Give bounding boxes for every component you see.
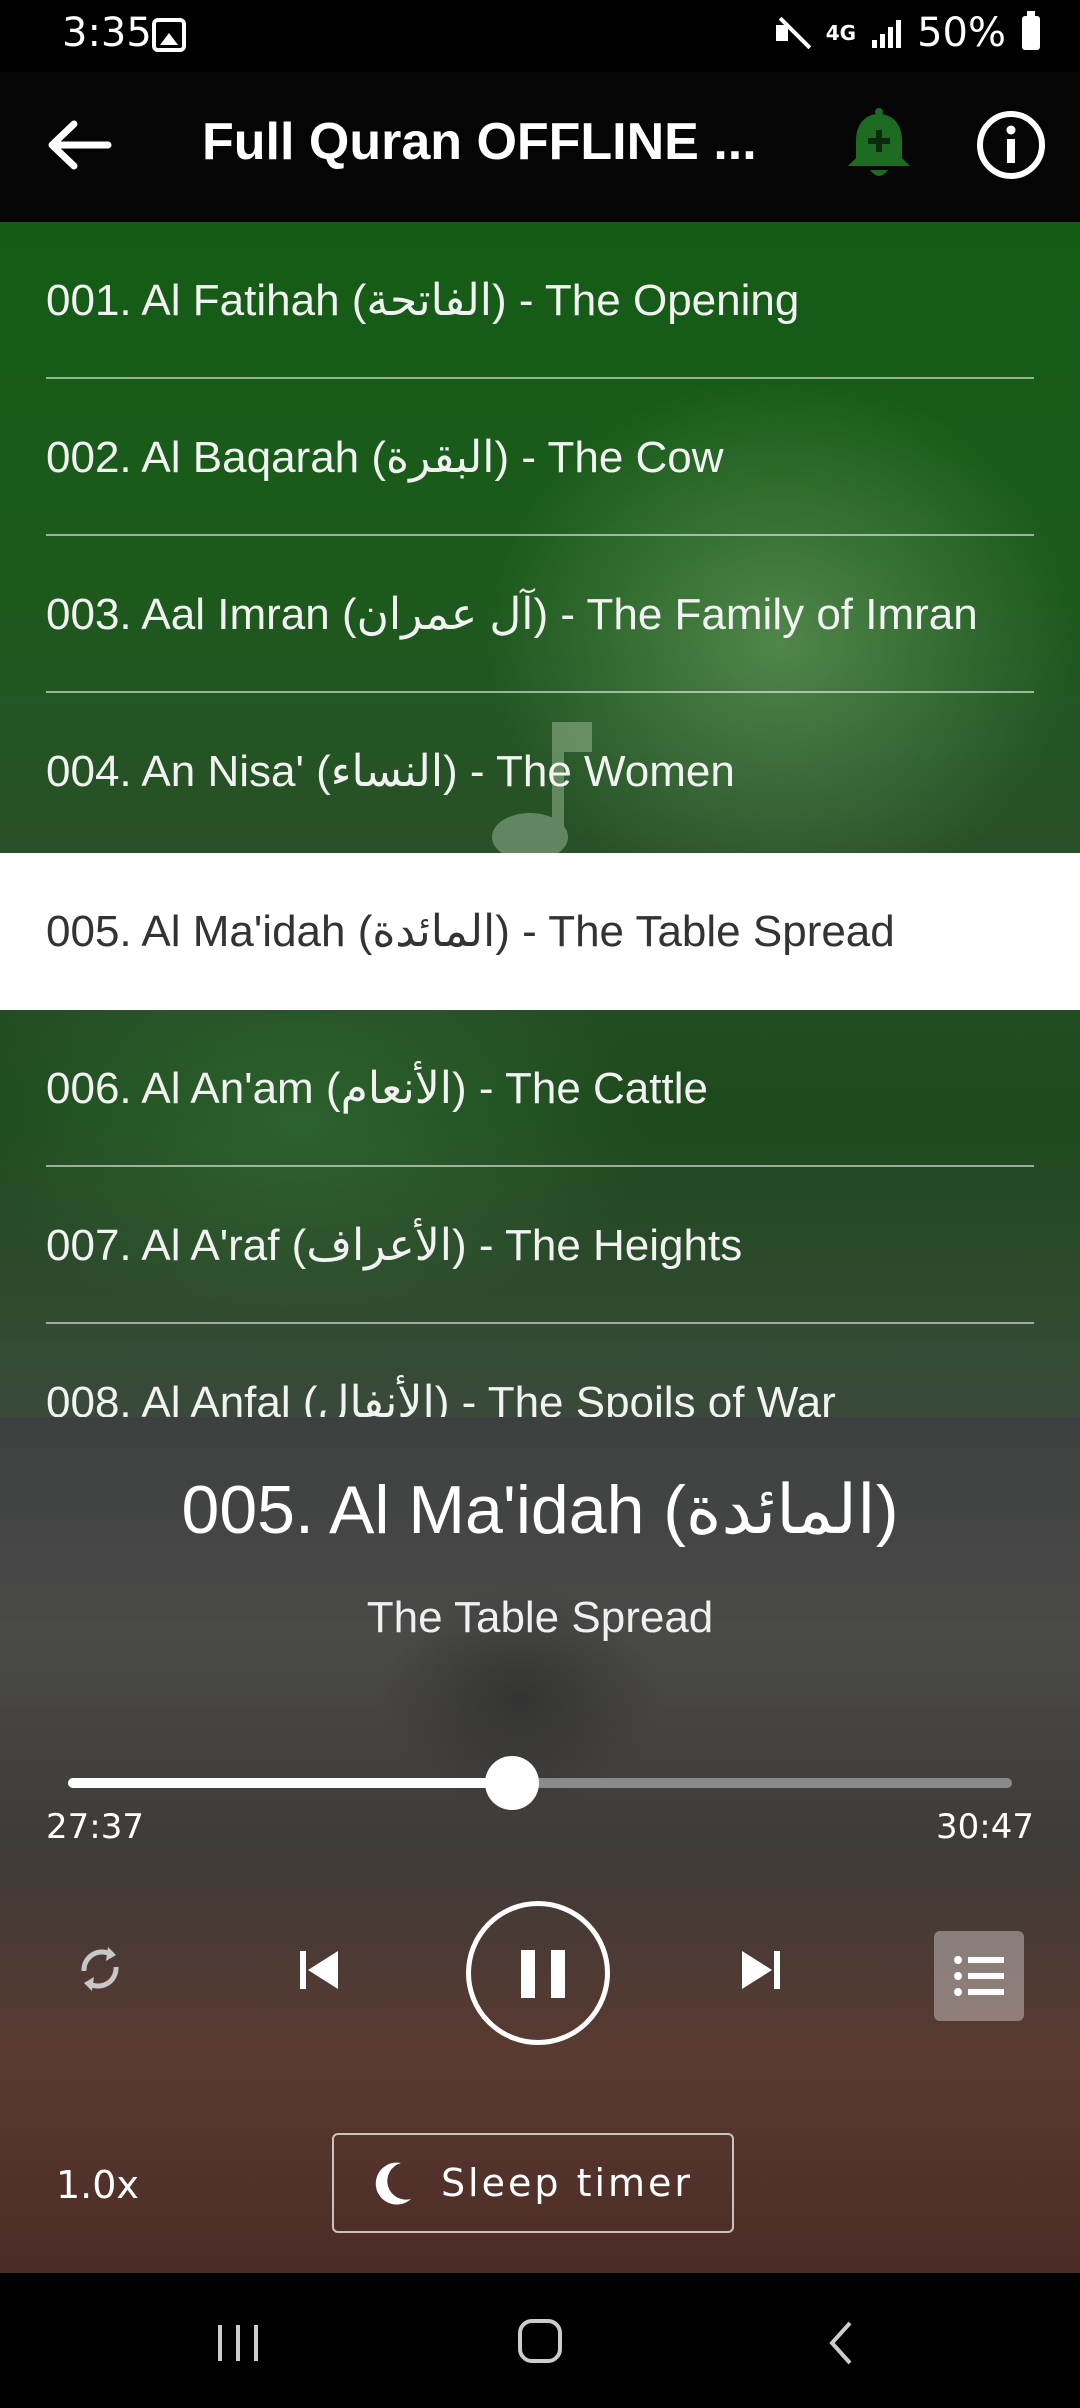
playlist-button[interactable] bbox=[934, 1931, 1024, 2021]
skip-next-icon[interactable] bbox=[738, 1947, 784, 1993]
status-bar: 3:35 4G 50% bbox=[0, 0, 1080, 72]
list-item[interactable]: 001. Al Fatihah (الفاتحة) - The Opening bbox=[0, 222, 1080, 379]
elapsed-time: 27:37 bbox=[46, 1807, 144, 1847]
surah-label: 002. Al Baqarah (البقرة) - The Cow bbox=[46, 433, 724, 482]
playback-speed[interactable]: 1.0x bbox=[56, 2163, 139, 2207]
now-playing-title: 005. Al Ma'idah (المائدة) bbox=[181, 1472, 899, 1548]
surah-label: 005. Al Ma'idah (المائدة) - The Table Sp… bbox=[46, 907, 895, 956]
surah-label: 003. Aal Imran (آل عمران) - The Family o… bbox=[46, 590, 978, 639]
signal-icon bbox=[872, 18, 902, 48]
recents-icon[interactable] bbox=[214, 2323, 262, 2363]
surah-label: 001. Al Fatihah (الفاتحة) - The Opening bbox=[46, 276, 800, 325]
list-item[interactable]: 008. Al Anfal (الأنفال) - The Spoils of … bbox=[0, 1324, 1080, 1417]
list-item[interactable]: 004. An Nisa' (النساء) - The Women bbox=[0, 693, 1080, 850]
now-playing-subtitle: The Table Spread bbox=[366, 1593, 714, 1642]
surah-label: 004. An Nisa' (النساء) - The Women bbox=[46, 747, 735, 796]
total-time: 30:47 bbox=[936, 1807, 1034, 1847]
pause-icon bbox=[521, 1950, 535, 1998]
mute-icon bbox=[774, 15, 810, 51]
list-item-active[interactable]: 005. Al Ma'idah (المائدة) - The Table Sp… bbox=[0, 853, 1080, 1010]
battery-icon bbox=[1022, 11, 1040, 50]
sleep-timer-label: Sleep timer bbox=[440, 2161, 694, 2205]
list-item[interactable]: 006. Al An'am (الأنعام) - The Cattle bbox=[0, 1010, 1080, 1167]
sleep-timer-button[interactable]: Sleep timer bbox=[332, 2133, 734, 2233]
status-time: 3:35 bbox=[62, 10, 152, 56]
surah-label: 007. Al A'raf (الأعراف) - The Heights bbox=[46, 1221, 743, 1270]
surah-label: 006. Al An'am (الأنعام) - The Cattle bbox=[46, 1064, 708, 1113]
surah-list: 001. Al Fatihah (الفاتحة) - The Opening … bbox=[0, 222, 1080, 1417]
pause-button[interactable] bbox=[466, 1901, 610, 2045]
system-nav-bar bbox=[0, 2273, 1080, 2408]
battery-percent: 50% bbox=[917, 10, 1006, 56]
repeat-icon[interactable] bbox=[72, 1941, 128, 1997]
list-item[interactable]: 003. Aal Imran (آل عمران) - The Family o… bbox=[0, 536, 1080, 693]
seek-thumb[interactable] bbox=[484, 1756, 539, 1810]
seek-progress bbox=[68, 1778, 512, 1788]
app-title: Full Quran OFFLINE ... bbox=[202, 113, 757, 171]
player-panel: 005. Al Ma'idah (المائدة) The Table Spre… bbox=[0, 1417, 1080, 2273]
image-notification-icon bbox=[152, 18, 186, 52]
home-icon[interactable] bbox=[518, 2319, 562, 2363]
pause-icon bbox=[551, 1950, 565, 1998]
list-item[interactable]: 007. Al A'raf (الأعراف) - The Heights bbox=[0, 1167, 1080, 1324]
surah-label: 008. Al Anfal (الأنفال) - The Spoils of … bbox=[46, 1378, 836, 1417]
bell-add-icon[interactable] bbox=[842, 108, 916, 184]
moon-icon bbox=[375, 2162, 411, 2205]
playlist-icon bbox=[954, 1956, 1004, 1996]
info-icon[interactable] bbox=[976, 110, 1046, 180]
nav-back-icon[interactable] bbox=[826, 2319, 856, 2367]
network-type: 4G bbox=[825, 21, 857, 45]
back-arrow-icon[interactable] bbox=[44, 120, 114, 170]
skip-previous-icon[interactable] bbox=[296, 1947, 342, 1993]
app-bar: Full Quran OFFLINE ... bbox=[0, 72, 1080, 222]
seek-bar[interactable] bbox=[68, 1756, 1012, 1810]
list-item[interactable]: 002. Al Baqarah (البقرة) - The Cow bbox=[0, 379, 1080, 536]
